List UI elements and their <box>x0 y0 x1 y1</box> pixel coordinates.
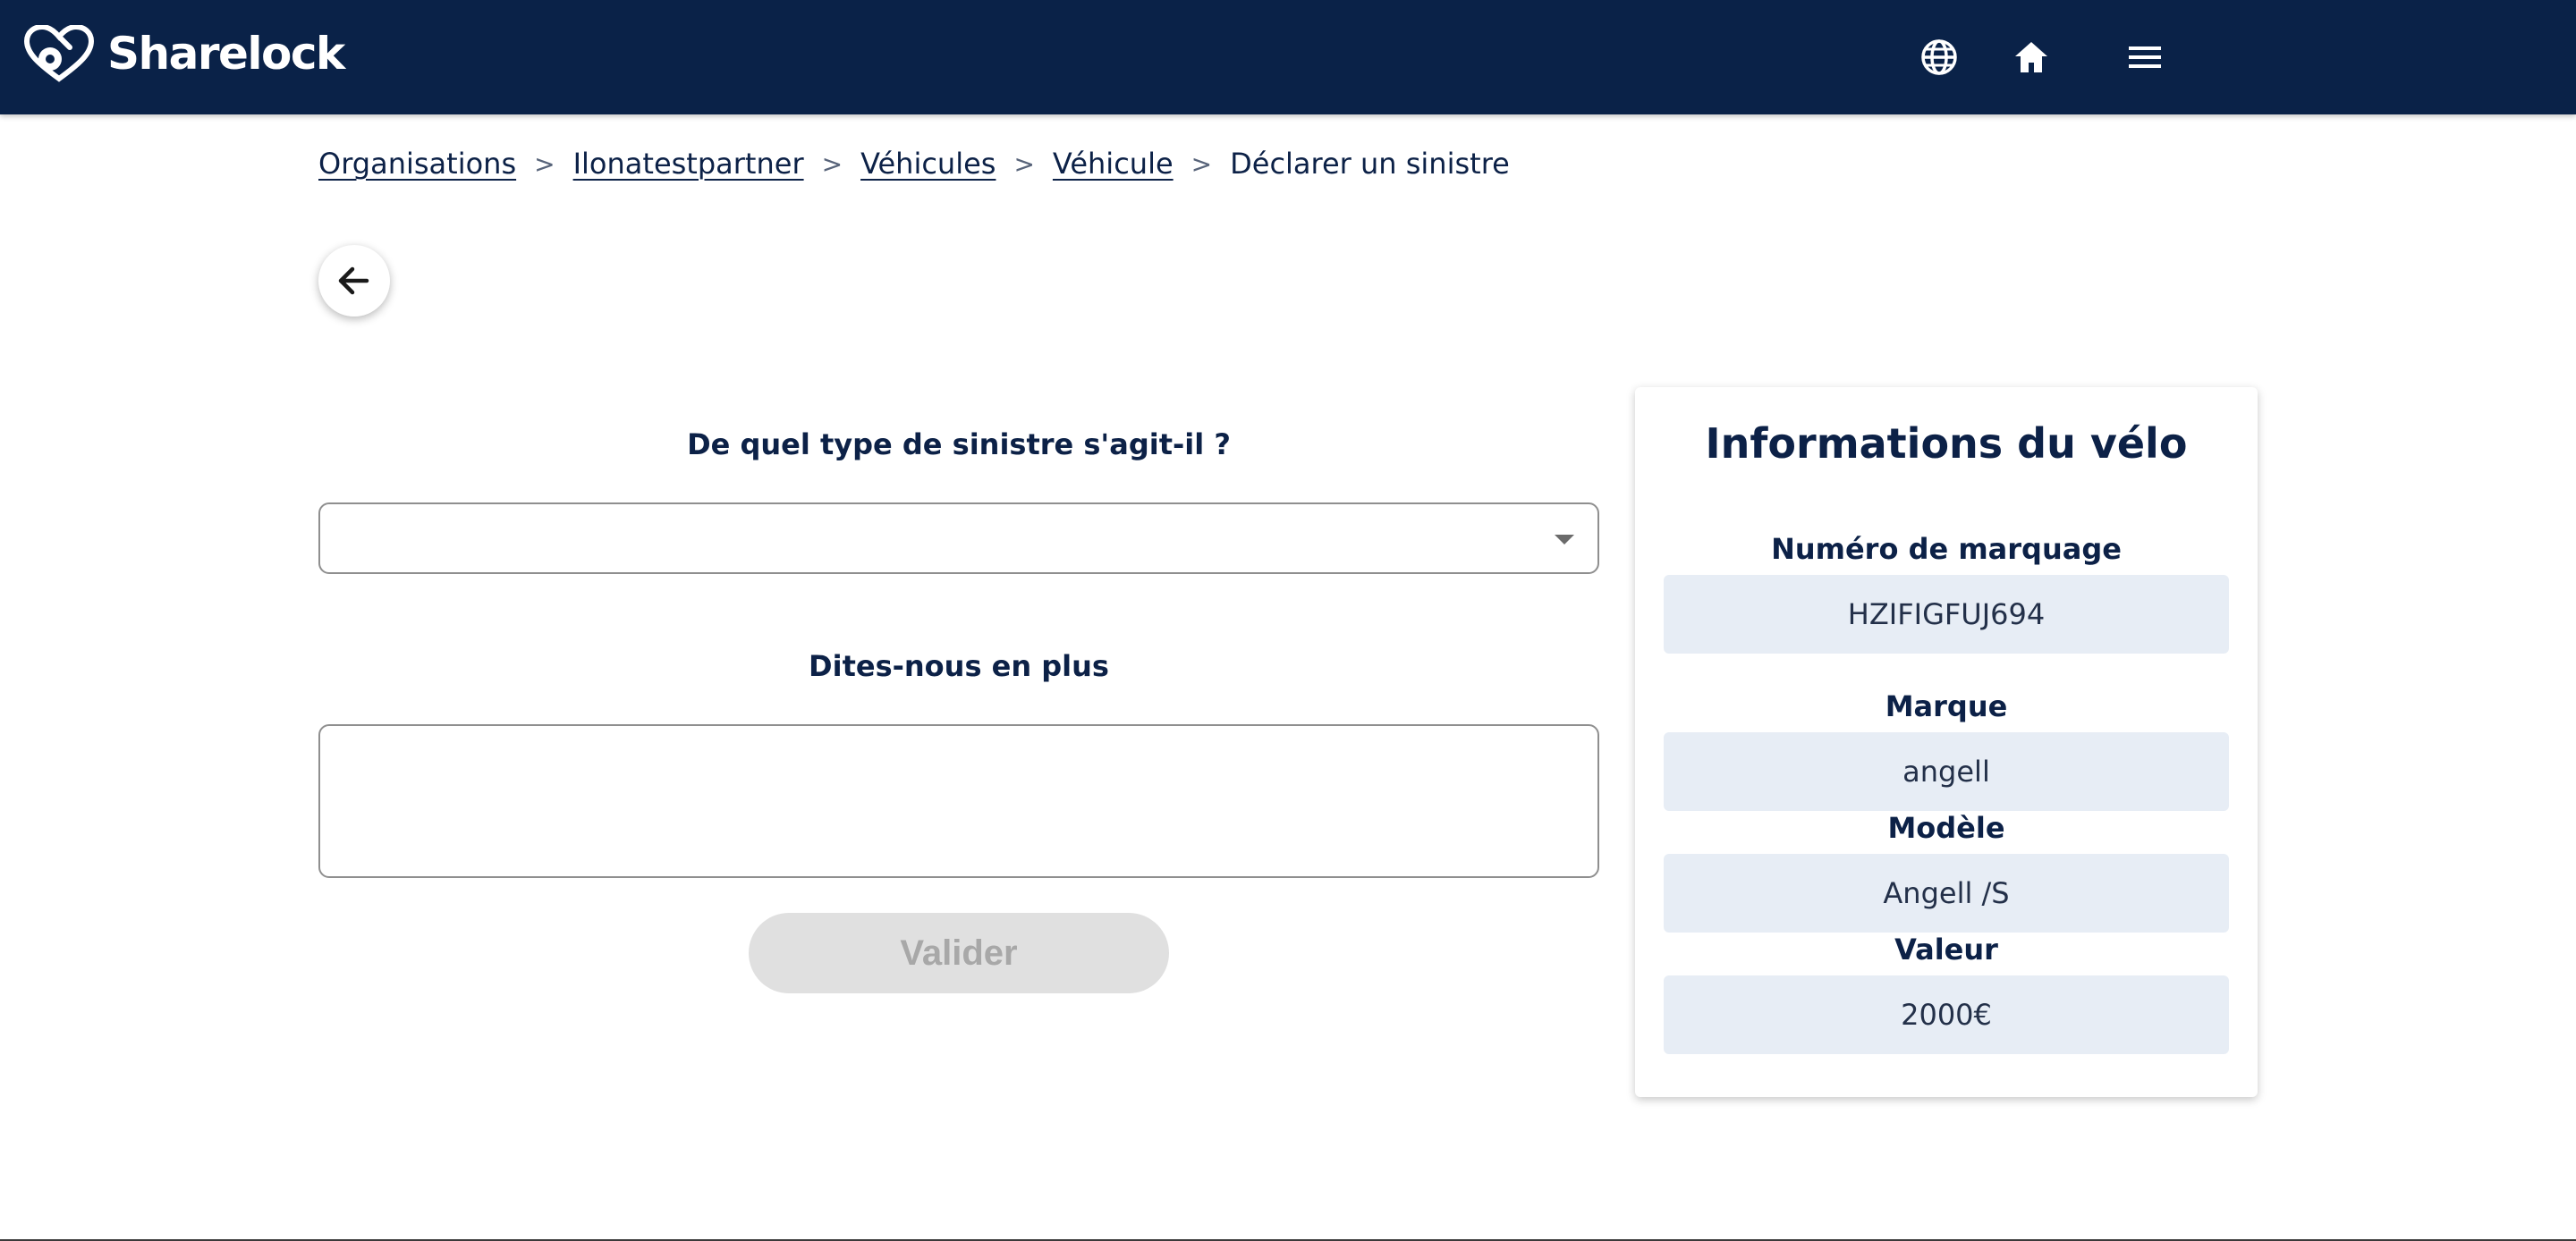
claim-type-label: De quel type de sinistre s'agit-il ? <box>687 427 1231 461</box>
claim-type-select[interactable] <box>318 502 1599 574</box>
brand-name: Sharelock <box>107 28 345 80</box>
bike-info-card: Informations du vélo Numéro de marquage … <box>1635 387 2258 1097</box>
brand-value: angell <box>1664 732 2229 811</box>
breadcrumb-separator: > <box>821 148 843 179</box>
chevron-down-icon <box>1555 535 1574 545</box>
brand-label: Marque <box>1885 689 2008 723</box>
heart-lock-logo-icon <box>23 25 95 82</box>
menu-icon[interactable] <box>2123 36 2166 79</box>
globe-icon[interactable] <box>1918 36 1961 79</box>
breadcrumb-link-vehicules[interactable]: Véhicules <box>860 147 996 181</box>
marking-number-label: Numéro de marquage <box>1771 532 2122 566</box>
breadcrumb-link-partner[interactable]: Ilonatestpartner <box>573 147 804 181</box>
top-navigation-bar: Sharelock <box>0 0 2576 114</box>
brand-logo[interactable]: Sharelock <box>23 25 345 82</box>
bike-info-title: Informations du vélo <box>1705 419 2188 468</box>
breadcrumb: Organisations > Ilonatestpartner > Véhic… <box>318 147 1510 181</box>
marking-number-value: HZIFIGFUJ694 <box>1664 575 2229 654</box>
breadcrumb-link-vehicule[interactable]: Véhicule <box>1053 147 1174 181</box>
back-button[interactable] <box>318 245 390 317</box>
home-icon[interactable] <box>2010 36 2053 79</box>
model-label: Modèle <box>1887 811 2005 845</box>
value-label: Valeur <box>1894 933 1998 967</box>
value-amount: 2000€ <box>1664 975 2229 1054</box>
breadcrumb-separator: > <box>534 148 555 179</box>
breadcrumb-separator: > <box>1013 148 1035 179</box>
breadcrumb-current: Déclarer un sinistre <box>1230 147 1510 181</box>
details-textarea[interactable] <box>318 724 1599 878</box>
details-label: Dites-nous en plus <box>809 649 1109 683</box>
breadcrumb-link-organisations[interactable]: Organisations <box>318 147 516 181</box>
arrow-left-icon <box>338 266 369 295</box>
model-value: Angell /S <box>1664 854 2229 933</box>
submit-button[interactable]: Valider <box>749 913 1169 993</box>
breadcrumb-separator: > <box>1191 148 1213 179</box>
